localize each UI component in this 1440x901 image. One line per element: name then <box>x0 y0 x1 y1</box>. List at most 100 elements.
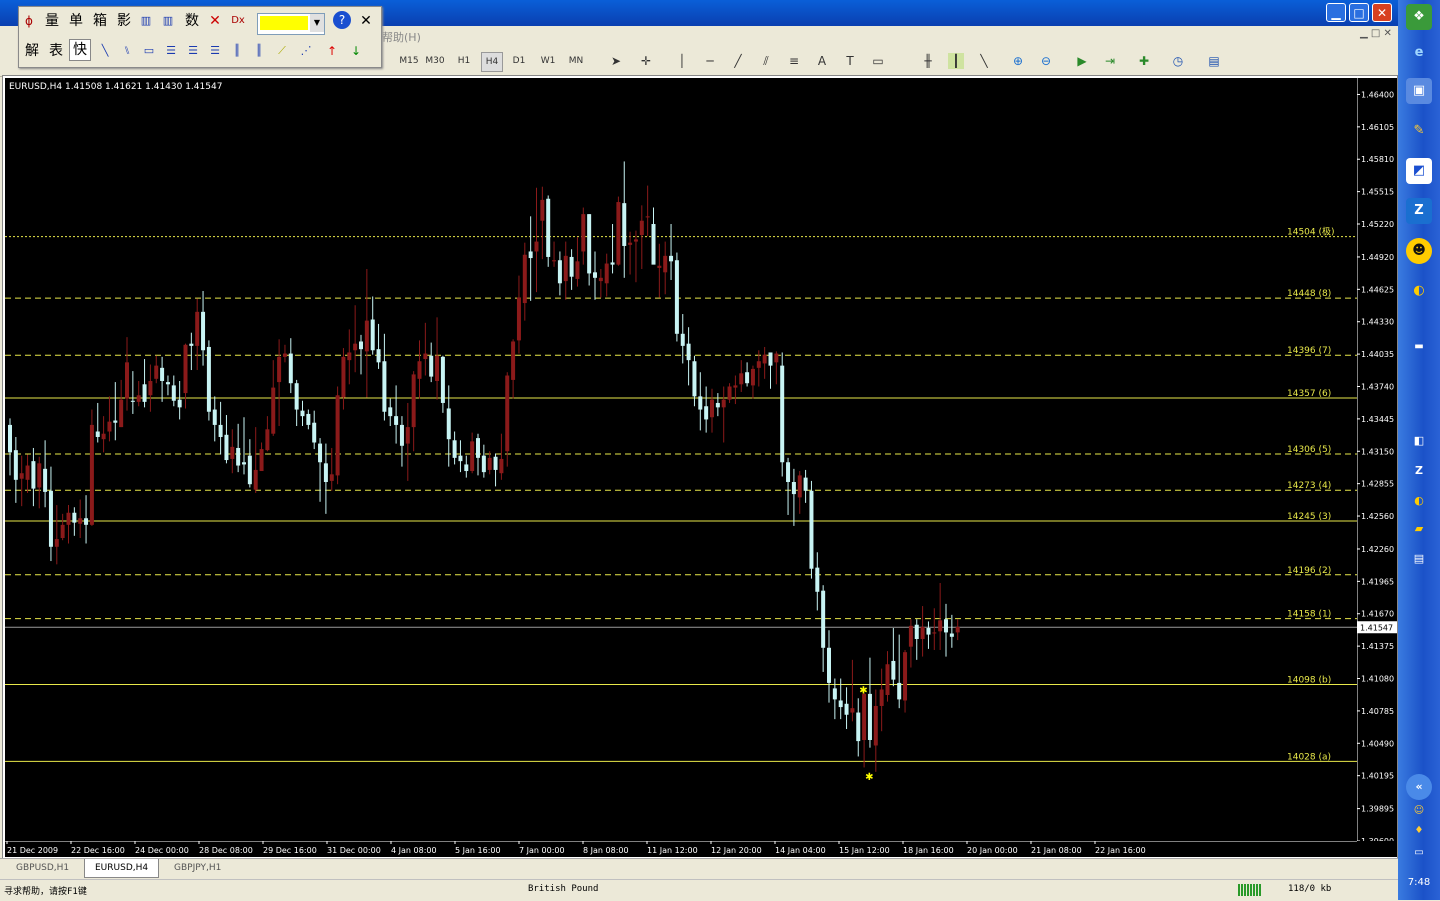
task-icon-2[interactable]: Z <box>1406 458 1432 484</box>
float-btn-7[interactable]: 表 <box>47 41 65 61</box>
chevron-down-icon[interactable]: ▼ <box>310 14 324 32</box>
keyboard-icon[interactable]: ▬ <box>1406 334 1432 360</box>
chart-shift-icon[interactable]: ⇥ <box>1102 53 1118 69</box>
app2-icon[interactable]: ◩ <box>1406 158 1432 184</box>
fan-tool-icon[interactable]: ⟋ <box>273 41 291 61</box>
candle-body <box>932 632 937 634</box>
arrow-down-icon[interactable]: ↓ <box>349 41 363 61</box>
candle-57 <box>341 348 346 410</box>
fibonacci-icon[interactable]: ≡ <box>786 53 802 69</box>
price-axis[interactable]: 1.46400 1.46105 1.45810 1.45515 1.45220 1.449… <box>1357 78 1397 841</box>
y-tick-label: 1.42855 <box>1361 480 1394 489</box>
candle-body <box>376 349 381 363</box>
tf-mn[interactable]: MN <box>565 52 587 70</box>
task-icon-3[interactable]: ◐ <box>1406 488 1432 514</box>
menu-help[interactable]: 帮助(H) <box>382 29 421 45</box>
task-icon-1[interactable]: ◧ <box>1406 428 1432 454</box>
float-btn-3[interactable]: 箱 <box>91 11 109 31</box>
start-icon[interactable]: ❖ <box>1406 4 1432 30</box>
tray-expand-icon[interactable]: « <box>1406 774 1432 800</box>
text-label-icon[interactable]: T <box>842 53 858 69</box>
tf-h1[interactable]: H1 <box>454 52 474 70</box>
tf-h4[interactable]: H4 <box>481 52 503 72</box>
float-btn-8[interactable]: 快 <box>69 39 91 61</box>
minimize-button[interactable]: ▁ <box>1326 3 1346 22</box>
candle-18 <box>113 382 118 441</box>
rectangle-tool-icon[interactable]: ▭ <box>141 41 157 61</box>
candle-4 <box>31 447 36 507</box>
tab-eurusd-h4[interactable]: EURUSD,H4 <box>84 859 160 878</box>
candle-138 <box>815 552 820 611</box>
candle-73 <box>435 317 440 400</box>
fib-tool-icon[interactable]: ☰ <box>163 41 179 61</box>
app4-icon[interactable]: ◐ <box>1406 278 1432 304</box>
float-btn-6[interactable]: 解 <box>23 41 41 61</box>
tf-m15[interactable]: M15 <box>398 52 420 70</box>
dx-icon[interactable]: Dx <box>229 11 247 31</box>
float-btn-2[interactable]: 单 <box>67 11 85 31</box>
candle-132 <box>780 352 785 477</box>
cycle-tool-icon[interactable]: ║ <box>229 41 245 61</box>
candle-129 <box>762 346 767 379</box>
gann-fan-icon[interactable]: ⋰ <box>297 41 315 61</box>
tab-gbpjpy-h1[interactable]: GBPJPY,H1 <box>164 859 231 877</box>
float-btn-4[interactable]: 影 <box>115 11 133 31</box>
tf-m30[interactable]: M30 <box>424 52 446 70</box>
time-axis[interactable]: 21 Dec 2009 22 Dec 16:00 24 Dec 00:00 28 De… <box>5 841 1397 857</box>
level-label-1: 14448 (8) <box>1287 289 1331 299</box>
folder-icon[interactable]: ▰ <box>1406 516 1432 542</box>
close-button[interactable]: ✕ <box>1372 3 1392 22</box>
candle-148 <box>873 689 878 772</box>
levels-tool-icon[interactable]: ☰ <box>185 41 201 61</box>
grid-tool-icon[interactable]: ☰ <box>207 41 223 61</box>
close-icon[interactable]: ✕ <box>357 11 375 31</box>
trendline-icon[interactable]: ╱ <box>730 53 746 69</box>
histogram-icon[interactable]: ▥ <box>137 11 155 31</box>
line-tool-icon[interactable]: ╲ <box>97 41 113 61</box>
app3-icon[interactable]: Z <box>1406 198 1432 224</box>
bars-icon[interactable]: ▥ <box>159 11 177 31</box>
candle-tool-icon[interactable]: ɸ <box>21 11 37 31</box>
mdi-controls[interactable]: ▁ □ ✕ <box>1360 28 1392 39</box>
channel-icon[interactable]: ⫽ <box>758 53 774 69</box>
candle-97 <box>575 237 580 287</box>
float-btn-1[interactable]: 量 <box>43 11 61 31</box>
vertical-line-icon[interactable]: │ <box>674 53 690 69</box>
parallel-tool-icon[interactable]: ⑊ <box>119 41 135 61</box>
candle-45 <box>271 360 276 436</box>
help-icon[interactable]: ? <box>333 11 351 29</box>
float-btn-5[interactable]: 数 <box>183 11 201 31</box>
tf-d1[interactable]: D1 <box>509 52 529 70</box>
tf-w1[interactable]: W1 <box>537 52 559 70</box>
cursor-icon[interactable]: ➤ <box>608 53 624 69</box>
candle-body <box>236 447 241 466</box>
maximize-button[interactable]: □ <box>1349 3 1369 22</box>
arrow-label-icon[interactable]: ▭ <box>870 53 886 69</box>
templates-icon[interactable]: ▤ <box>1206 53 1222 69</box>
line-chart-icon[interactable]: ╲ <box>976 53 992 69</box>
arrow-up-icon[interactable]: ↑ <box>325 41 339 61</box>
periods-icon[interactable]: ◷ <box>1170 53 1186 69</box>
zoom-out-icon[interactable]: ⊖ <box>1038 53 1054 69</box>
zoom-in-icon[interactable]: ⊕ <box>1010 53 1026 69</box>
paint-icon[interactable]: ✎ <box>1406 118 1432 144</box>
time-zones-icon[interactable]: ║ <box>251 41 267 61</box>
document-icon[interactable]: ▤ <box>1406 546 1432 572</box>
app-icon[interactable]: ▣ <box>1406 78 1432 104</box>
y-tick-label: 1.41080 <box>1361 675 1394 684</box>
candle-chart-icon[interactable]: ┃ <box>948 53 964 69</box>
indicators-icon[interactable]: ✚ <box>1136 53 1152 69</box>
tab-gbpusd-h1[interactable]: GBPUSD,H1 <box>6 859 79 877</box>
bar-chart-icon[interactable]: ╫ <box>920 53 936 69</box>
text-icon[interactable]: A <box>814 53 830 69</box>
qq-icon[interactable]: ☻ <box>1406 238 1432 264</box>
color-selector[interactable]: ▼ <box>257 13 325 35</box>
price-chart[interactable]: 14504 (极) 14448 (8) 14396 (7) 14357 (6) 1430… <box>5 78 1357 841</box>
auto-scroll-icon[interactable]: ▶ <box>1074 53 1090 69</box>
horizontal-line-icon[interactable]: ─ <box>702 53 718 69</box>
cross-tool-icon[interactable]: ✕ <box>207 11 223 31</box>
tray-icon-3[interactable]: ▭ <box>1406 840 1432 866</box>
candle-body <box>862 693 867 740</box>
ie-icon[interactable]: e <box>1406 40 1432 66</box>
crosshair-icon[interactable]: ✛ <box>638 53 654 69</box>
